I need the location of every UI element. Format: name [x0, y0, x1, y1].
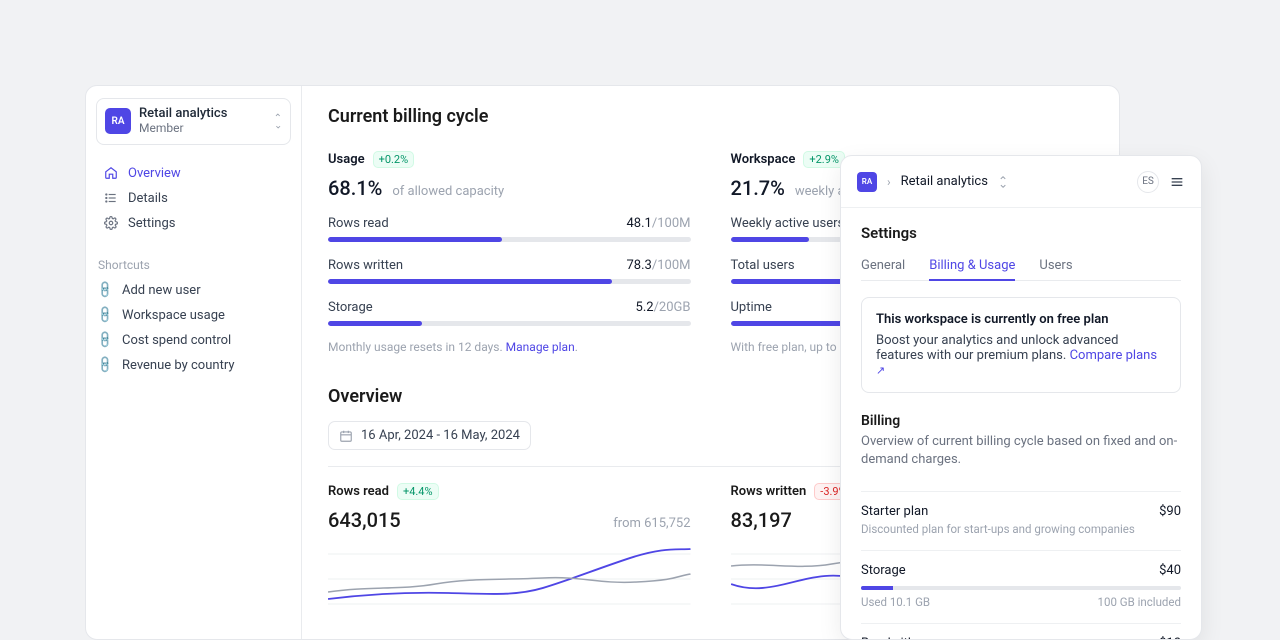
bill-name: Storage — [861, 563, 906, 578]
uptime-label: Uptime — [731, 300, 772, 315]
link-icon: 🔗 — [95, 355, 115, 375]
shortcut-label: Add new user — [122, 283, 201, 298]
nav-label: Overview — [128, 166, 181, 181]
usage-value: 68.1% — [328, 176, 382, 200]
home-icon — [104, 166, 118, 180]
total-users-label: Total users — [731, 258, 795, 273]
settings-body: Settings General Billing & Usage Users T… — [841, 208, 1201, 640]
usage-sub: of allowed capacity — [392, 184, 504, 199]
link-icon: 🔗 — [95, 280, 115, 300]
bill-item-starter: Starter plan $90 Discounted plan for sta… — [861, 491, 1181, 536]
bill-item-storage: Storage $40 Used 10.1 GB 100 GB included — [861, 550, 1181, 609]
menu-icon[interactable] — [1169, 174, 1185, 190]
shortcut-label: Revenue by country — [122, 358, 235, 373]
rows-written-bar — [328, 279, 691, 284]
billing-subheading: Overview of current billing cycle based … — [861, 433, 1181, 469]
external-link-icon: ↗ — [876, 364, 885, 377]
chevron-updown-icon[interactable]: ⌃⌃ — [998, 178, 1008, 186]
ov-read-change: +4.4% — [397, 483, 439, 500]
nav-overview[interactable]: Overview — [96, 161, 291, 186]
storage-max: /20GB — [654, 300, 691, 315]
org-role: Member — [139, 122, 227, 136]
calendar-icon — [339, 429, 353, 443]
ov-written-value: 83,197 — [731, 508, 792, 532]
shortcut-add-user[interactable]: 🔗 Add new user — [96, 278, 291, 303]
ov-read-value: 643,015 — [328, 508, 401, 532]
usage-change-badge: +0.2% — [373, 151, 415, 168]
breadcrumb-org[interactable]: Retail analytics — [901, 174, 988, 189]
rows-read-value: 48.1 — [627, 216, 652, 231]
bill-price: $40 — [1159, 563, 1181, 578]
storage-usage-bar — [861, 586, 1181, 590]
settings-panel: RA › Retail analytics ⌃⌃ ES Settings Gen… — [840, 155, 1202, 640]
wau-label: Weekly active users — [731, 216, 845, 231]
ov-read-from: from 615,752 — [613, 516, 690, 531]
link-icon: 🔗 — [95, 305, 115, 325]
notice-title: This workspace is currently on free plan — [876, 312, 1166, 327]
storage-included: 100 GB included — [1098, 595, 1181, 609]
plan-notice: This workspace is currently on free plan… — [861, 297, 1181, 393]
manage-plan-link[interactable]: Manage plan — [506, 340, 575, 354]
chevron-right-icon: › — [887, 175, 891, 189]
rows-read-label: Rows read — [328, 216, 389, 231]
gear-icon — [104, 216, 118, 230]
workspace-value: 21.7% — [731, 176, 785, 200]
ov-written-label: Rows written — [731, 484, 807, 499]
org-switcher[interactable]: RA Retail analytics Member ⌃⌃ — [96, 98, 291, 145]
nav-settings[interactable]: Settings — [96, 211, 291, 236]
ov-read-sparkline — [328, 544, 691, 614]
tab-general[interactable]: General — [861, 252, 905, 280]
list-icon — [104, 191, 118, 205]
workspace-label: Workspace — [731, 152, 796, 167]
locale-chip[interactable]: ES — [1137, 171, 1159, 193]
shortcut-label: Cost spend control — [122, 333, 231, 348]
usage-card: Usage +0.2% 68.1% of allowed capacity Ro… — [328, 151, 691, 354]
bill-desc: Discounted plan for start-ups and growin… — [861, 522, 1181, 536]
sidebar: RA Retail analytics Member ⌃⌃ Overview D… — [86, 86, 302, 639]
rows-written-value: 78.3 — [627, 258, 652, 273]
shortcut-label: Workspace usage — [122, 308, 225, 323]
shortcut-workspace-usage[interactable]: 🔗 Workspace usage — [96, 303, 291, 328]
workspace-change-badge: +2.9% — [803, 151, 845, 168]
chevron-updown-icon: ⌃⌃ — [274, 116, 282, 126]
storage-used: Used 10.1 GB — [861, 595, 930, 609]
ov-read-label: Rows read — [328, 484, 389, 499]
org-name: Retail analytics — [139, 107, 227, 122]
storage-bar — [328, 321, 691, 326]
bill-name: Starter plan — [861, 504, 928, 519]
nav-details[interactable]: Details — [96, 186, 291, 211]
org-avatar: RA — [105, 108, 131, 134]
shortcut-cost-spend[interactable]: 🔗 Cost spend control — [96, 328, 291, 353]
settings-tabs: General Billing & Usage Users — [861, 252, 1181, 281]
date-range-text: 16 Apr, 2024 - 16 May, 2024 — [361, 428, 520, 443]
rows-written-max: /100M — [652, 258, 691, 273]
billing-heading: Billing — [861, 413, 1181, 429]
rows-read-max: /100M — [652, 216, 691, 231]
date-range-picker[interactable]: 16 Apr, 2024 - 16 May, 2024 — [328, 421, 531, 450]
storage-label: Storage — [328, 300, 373, 315]
org-avatar: RA — [857, 172, 877, 192]
nav-label: Settings — [128, 216, 175, 231]
rows-read-bar — [328, 237, 691, 242]
usage-footnote: Monthly usage resets in 12 days. Manage … — [328, 340, 691, 354]
bill-price: $10 — [1159, 636, 1181, 640]
shortcuts-heading: Shortcuts — [98, 258, 291, 272]
tab-users[interactable]: Users — [1039, 252, 1072, 280]
primary-nav: Overview Details Settings — [96, 161, 291, 236]
nav-label: Details — [128, 191, 168, 206]
settings-header: RA › Retail analytics ⌃⌃ ES — [841, 156, 1201, 208]
rows-written-label: Rows written — [328, 258, 403, 273]
storage-value: 5.2 — [636, 300, 654, 315]
shortcut-revenue-country[interactable]: 🔗 Revenue by country — [96, 353, 291, 378]
ov-rows-read: Rows read +4.4% 643,015 from 615,752 — [328, 483, 691, 614]
usage-label: Usage — [328, 152, 365, 167]
bill-price: $90 — [1159, 504, 1181, 519]
tab-billing-usage[interactable]: Billing & Usage — [929, 252, 1015, 281]
link-icon: 🔗 — [95, 330, 115, 350]
settings-title: Settings — [861, 224, 1181, 242]
bill-name: Bandwith — [861, 636, 915, 640]
bill-item-bandwidth: Bandwith $10 Used 2.9 GB 5 GB included — [861, 623, 1181, 640]
page-title: Current billing cycle — [328, 106, 1093, 127]
